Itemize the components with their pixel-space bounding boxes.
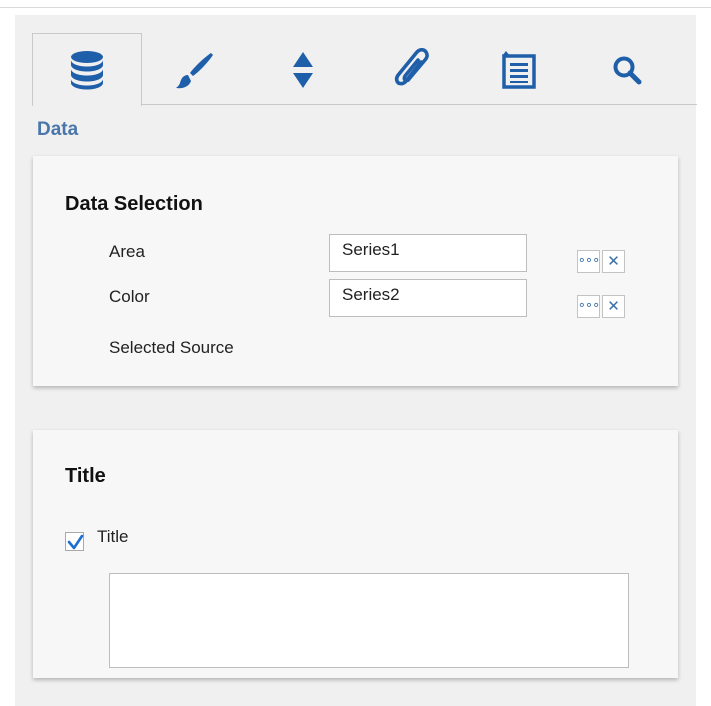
title-checkbox-label: Title [97, 527, 129, 546]
title-card: Title Title [33, 430, 678, 678]
color-field[interactable]: Series2 [329, 279, 527, 317]
title-section-heading: Title [65, 465, 106, 487]
sort-arrows-icon [293, 52, 313, 88]
tab-list[interactable] [465, 35, 573, 105]
title-checkbox[interactable] [65, 532, 84, 551]
area-label: Area [109, 242, 145, 261]
area-clear-button[interactable]: ✕ [602, 250, 625, 273]
color-label: Color [109, 287, 150, 306]
section-label: Data [37, 119, 79, 140]
tab-sort[interactable] [249, 35, 357, 105]
database-icon [71, 51, 103, 90]
tab-style[interactable] [141, 35, 249, 105]
tab-attachments[interactable] [357, 35, 465, 105]
title-text-input[interactable] [109, 573, 629, 668]
data-selection-title: Data Selection [65, 193, 203, 215]
top-divider [0, 7, 711, 8]
close-icon: ✕ [607, 298, 620, 315]
area-browse-button[interactable]: ∘∘∘ [577, 250, 600, 273]
tab-data[interactable] [32, 33, 142, 106]
ellipsis-icon: ∘∘∘ [577, 252, 600, 267]
list-icon [502, 51, 536, 89]
ellipsis-icon: ∘∘∘ [577, 297, 600, 312]
checkmark-icon [67, 534, 84, 550]
tab-search[interactable] [573, 35, 681, 105]
selected-source-label: Selected Source [109, 338, 234, 357]
paperclip-icon [394, 48, 429, 86]
color-clear-button[interactable]: ✕ [602, 295, 625, 318]
properties-panel: Data Data Selection Area Series1 ∘∘∘ ✕ C… [15, 15, 697, 706]
paintbrush-icon [176, 53, 213, 89]
area-field[interactable]: Series1 [329, 234, 527, 272]
color-browse-button[interactable]: ∘∘∘ [577, 295, 600, 318]
data-selection-card: Data Selection Area Series1 ∘∘∘ ✕ Color … [33, 156, 678, 386]
close-icon: ✕ [607, 253, 620, 270]
search-icon [613, 56, 642, 85]
